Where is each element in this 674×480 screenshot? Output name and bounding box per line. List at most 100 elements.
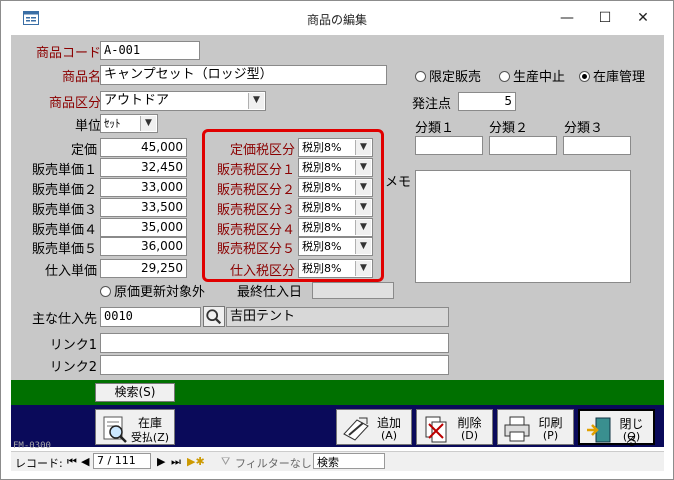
price-label: 販売単価１ <box>31 163 97 178</box>
price-label: 定価 <box>70 143 97 158</box>
radio-limited-label: 限定販売 <box>429 70 482 85</box>
supplier-search-button[interactable] <box>203 306 225 327</box>
unit-value: ｾｯﾄ <box>104 117 121 130</box>
price-label: 販売単価４ <box>31 223 97 238</box>
unit-combo[interactable]: ｾｯﾄ ▼ <box>100 114 158 133</box>
class2-field[interactable] <box>489 136 557 155</box>
unit-label: 単位 <box>74 119 101 134</box>
chevron-down-icon[interactable]: ▼ <box>355 140 371 155</box>
add-record-icon <box>343 417 369 441</box>
radio-discontinued[interactable]: 生産中止 <box>499 66 565 85</box>
maximize-button[interactable]: ☐ <box>591 7 619 29</box>
delete-button[interactable]: 削除 (D) <box>416 409 493 445</box>
radio-icon <box>499 71 510 82</box>
price-field[interactable]: 32,450 <box>100 158 187 177</box>
record-navigator: レコード: ⏮ ◀ 7 / 111 ▶ ⏭ ▶✱ ⛛ フィルターなし 検索 <box>11 451 664 471</box>
close-button[interactable]: 閉じる (Q) <box>578 409 655 448</box>
radio-inventory[interactable]: 在庫管理 <box>579 66 645 85</box>
radio-selected-icon <box>579 71 590 82</box>
add-shortcut: (A) <box>380 429 398 442</box>
new-record-icon[interactable]: ▶✱ <box>187 455 205 468</box>
chevron-down-icon[interactable]: ▼ <box>355 180 371 195</box>
price-label: 販売単価５ <box>31 242 97 257</box>
price-field[interactable]: 45,000 <box>100 138 187 157</box>
exit-door-icon <box>587 417 611 443</box>
add-button[interactable]: 追加 (A) <box>336 409 412 445</box>
radio-inventory-label: 在庫管理 <box>593 70 646 85</box>
supplier-label: 主な仕入先 <box>31 312 97 327</box>
print-shortcut: (P) <box>542 429 559 442</box>
tax-combo[interactable]: 税別8% ▼ <box>298 158 373 177</box>
next-record-icon[interactable]: ▶ <box>157 455 165 468</box>
first-record-icon[interactable]: ⏮ <box>67 455 77 469</box>
record-number-field[interactable]: 7 / 111 <box>93 453 151 469</box>
supplier-code-field[interactable]: 0010 <box>100 307 201 327</box>
tax-label: 販売税区分５ <box>216 242 295 257</box>
delete-shortcut: (D) <box>460 429 479 442</box>
printer-icon <box>504 416 530 442</box>
search-icon <box>206 309 222 325</box>
tax-combo[interactable]: 税別8% ▼ <box>298 178 373 197</box>
search-button[interactable]: 検索(S) <box>95 383 175 402</box>
price-field[interactable]: 35,000 <box>100 218 187 237</box>
tax-combo[interactable]: 税別8% ▼ <box>298 218 373 237</box>
category-label: 商品区分 <box>48 96 101 111</box>
tax-combo[interactable]: 税別8% ▼ <box>298 259 373 278</box>
product-code-field[interactable]: A-001 <box>100 41 200 60</box>
link2-field[interactable] <box>100 355 449 375</box>
link1-field[interactable] <box>100 333 449 353</box>
price-field[interactable]: 36,000 <box>100 237 187 256</box>
memo-field[interactable] <box>415 170 631 283</box>
close-shortcut: (Q) <box>622 430 641 443</box>
price-field[interactable]: 33,000 <box>100 178 187 197</box>
status-search-field[interactable]: 検索 <box>313 453 385 469</box>
app-window: 商品の編集 — ☐ ✕ 商品コード A-001 商品名 キャンプセット（ロッジ型… <box>0 0 674 480</box>
class1-field[interactable] <box>415 136 483 155</box>
chevron-down-icon[interactable]: ▼ <box>355 160 371 175</box>
delete-record-icon <box>425 416 447 443</box>
last-purchase-field <box>312 282 394 299</box>
minimize-button[interactable]: — <box>553 7 581 29</box>
filter-icon: ⛛ <box>221 455 231 468</box>
class2-label: 分類２ <box>489 121 529 136</box>
tax-combo[interactable]: 税別8% ▼ <box>298 138 373 157</box>
magnifier-document-icon <box>103 416 127 443</box>
chevron-down-icon[interactable]: ▼ <box>140 116 156 131</box>
tax-value: 税別8% <box>302 181 342 194</box>
tax-value: 税別8% <box>302 161 342 174</box>
title-bar: 商品の編集 — ☐ ✕ <box>1 1 673 35</box>
price-update-option[interactable]: 原価更新対象外 <box>100 281 205 300</box>
chevron-down-icon[interactable]: ▼ <box>248 93 264 109</box>
order-point-field[interactable]: 5 <box>458 92 516 111</box>
category-combo[interactable]: アウトドア ▼ <box>100 91 266 111</box>
chevron-down-icon[interactable]: ▼ <box>355 220 371 235</box>
tax-value: 税別8% <box>302 201 342 214</box>
close-window-button[interactable]: ✕ <box>629 7 657 29</box>
print-button[interactable]: 印刷 (P) <box>497 409 574 445</box>
tax-combo[interactable]: 税別8% ▼ <box>298 237 373 256</box>
product-edit-form: 商品コード A-001 商品名 キャンプセット（ロッジ型） 商品区分 アウトドア… <box>11 35 664 451</box>
price-field[interactable]: 33,500 <box>100 198 187 217</box>
class3-field[interactable] <box>563 136 631 155</box>
stock-ledger-shortcut: 受払(Z) <box>130 431 170 444</box>
radio-limited[interactable]: 限定販売 <box>415 66 481 85</box>
tax-combo[interactable]: 税別8% ▼ <box>298 198 373 217</box>
stock-ledger-button[interactable]: 在庫 受払(Z) <box>95 409 175 445</box>
category-value: アウトドア <box>104 93 170 108</box>
chevron-down-icon[interactable]: ▼ <box>355 239 371 254</box>
tax-label: 販売税区分４ <box>216 223 295 238</box>
chevron-down-icon[interactable]: ▼ <box>355 200 371 215</box>
class3-label: 分類３ <box>564 121 604 136</box>
tax-label: 販売税区分１ <box>216 163 295 178</box>
last-record-icon[interactable]: ⏭ <box>171 455 181 469</box>
tax-value: 税別8% <box>302 262 342 275</box>
chevron-down-icon[interactable]: ▼ <box>355 261 371 276</box>
filter-status[interactable]: フィルターなし <box>235 455 312 471</box>
prev-record-icon[interactable]: ◀ <box>81 455 89 468</box>
tax-value: 税別8% <box>302 240 342 253</box>
price-label: 仕入単価 <box>44 264 97 279</box>
price-label: 販売単価２ <box>31 183 97 198</box>
price-update-label: 原価更新対象外 <box>114 285 206 300</box>
price-field[interactable]: 29,250 <box>100 259 187 278</box>
product-name-field[interactable]: キャンプセット（ロッジ型） <box>100 65 387 85</box>
